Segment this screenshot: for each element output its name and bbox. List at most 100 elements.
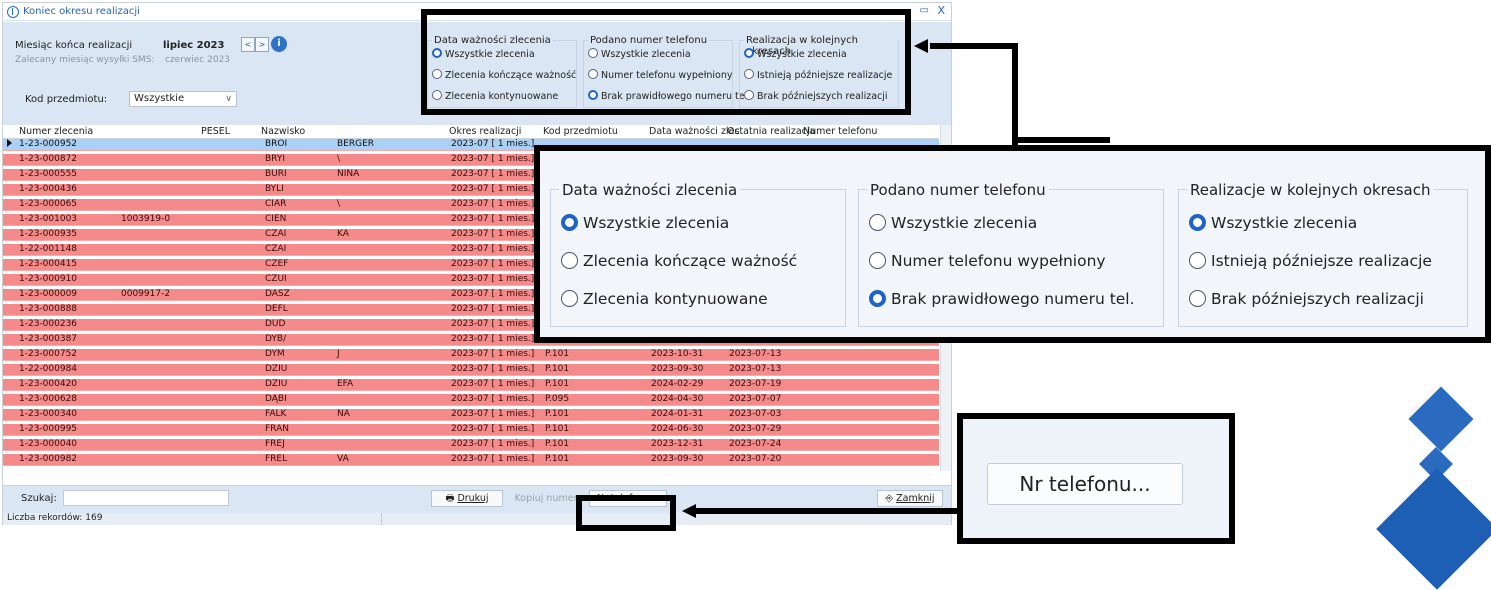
table-cell: 1-23-000888 [19, 304, 78, 314]
table-cell: 1-23-000065 [19, 199, 78, 209]
table-cell: 2023-07 [ 1 mies.] [451, 364, 535, 374]
connector-line [1012, 43, 1018, 147]
logo-diamond-shape [1408, 386, 1474, 452]
table-cell: 2023-07 [ 1 mies.] [451, 154, 535, 164]
table-cell: P.095 [545, 394, 570, 404]
table-cell: BROI [265, 139, 288, 149]
table-cell: BYLI [265, 184, 284, 194]
table-cell: FREJ [265, 439, 285, 449]
table-cell: 2023-07 [ 1 mies.] [451, 274, 535, 284]
table-cell: P.101 [545, 424, 570, 434]
subject-code-select[interactable]: Wszystkie ∨ [129, 91, 237, 107]
table-cell: DEFL [265, 304, 288, 314]
table-cell: 1-23-000420 [19, 379, 78, 389]
table-cell: CZUI [265, 274, 287, 284]
table-row[interactable]: 1-23-000340 FALK NA 2023-07 [ 1 mies.] P.101… [3, 409, 939, 421]
close-window-button[interactable]: X [937, 4, 945, 17]
callout-radio-phone-filled: Numer telefonu wypełniony [869, 252, 1106, 270]
table-cell: 2024-04-30 [651, 394, 704, 404]
table-cell: 2024-02-29 [651, 379, 704, 389]
table-row[interactable]: 1-22-000984 DZIU 2023-07 [ 1 mies.] P.101 20… [3, 364, 939, 376]
table-cell: 1-23-000952 [19, 139, 78, 149]
table-cell: 2023-07 [ 1 mies.] [451, 454, 535, 464]
table-cell: 2023-07-29 [729, 424, 782, 434]
end-month-label: Miesiąc końca realizacji [15, 40, 133, 51]
subject-code-label: Kod przedmiotu: [25, 94, 108, 105]
table-row[interactable]: 1-23-000040 FREJ 2023-07 [ 1 mies.] P.101 20… [3, 439, 939, 451]
column-header[interactable]: Numer telefonu [803, 126, 877, 137]
table-row[interactable]: 1-23-000982 FREL VA 2023-07 [ 1 mies.] P.101… [3, 454, 939, 466]
table-cell: P.101 [545, 349, 570, 359]
table-cell: 1-23-000628 [19, 394, 78, 404]
table-cell: 2023-07 [ 1 mies.] [451, 379, 535, 389]
table-cell: 1-23-000935 [19, 229, 78, 239]
search-input[interactable] [63, 490, 229, 506]
table-cell: 2023-10-31 [651, 349, 704, 359]
table-cell: DASZ [265, 289, 290, 299]
end-month-value: lipiec 2023 [163, 40, 225, 51]
printer-icon: 🖶 [445, 493, 458, 504]
table-cell: 2023-07-20 [729, 454, 782, 464]
table-cell: FRAN [265, 424, 289, 434]
radio-selected-icon [869, 290, 886, 307]
table-cell: KA [337, 229, 349, 239]
callout-radio-expiry-continued: Zlecenia kontynuowane [561, 290, 768, 308]
column-header[interactable]: Okres realizacji [449, 126, 521, 137]
close-button[interactable]: ⎆ Zamknij [877, 490, 943, 507]
table-cell: DĄBI [265, 394, 287, 404]
column-header[interactable]: Nazwisko [261, 126, 305, 137]
table-cell: 1-23-000009 [19, 289, 78, 299]
table-row[interactable]: 1-23-000752 DYM J 2023-07 [ 1 mies.] P.101 20… [3, 349, 939, 361]
radio-selected-icon [561, 214, 578, 231]
table-cell: 1-23-000415 [19, 259, 78, 269]
table-cell: 1-23-000436 [19, 184, 78, 194]
copy-number-button[interactable]: Kopiuj numer [511, 490, 581, 507]
table-cell: DUD [265, 319, 286, 329]
table-cell: 2023-07 [ 1 mies.] [451, 184, 535, 194]
table-cell: BRYI [265, 154, 286, 164]
info-icon[interactable]: i [271, 36, 287, 52]
table-cell: 1003919-0 [121, 214, 171, 224]
table-cell: NA [337, 409, 350, 419]
table-cell: 2023-12-31 [651, 439, 704, 449]
callout-radio-expiry-ending: Zlecenia kończące ważność [561, 252, 797, 270]
table-cell: 0009917-2 [121, 289, 171, 299]
column-header[interactable]: Kod przedmiotu [543, 126, 618, 137]
prev-month-button[interactable]: < [241, 37, 255, 52]
table-cell: 1-23-000910 [19, 274, 78, 284]
callout-radio-later-none: Brak późniejszych realizacji [1189, 290, 1424, 308]
table-cell: 1-22-001148 [19, 244, 78, 254]
table-cell: 2024-06-30 [651, 424, 704, 434]
exit-icon: ⎆ [885, 493, 897, 504]
table-cell: 1-23-000387 [19, 334, 78, 344]
table-cell: 2023-07 [ 1 mies.] [451, 424, 535, 434]
grid-header: Numer zlecenia PESEL Nazwisko Okres real… [3, 125, 939, 139]
table-cell: 2023-09-30 [651, 364, 704, 374]
table-row[interactable]: 1-23-000628 DĄBI 2023-07 [ 1 mies.] P.095 20… [3, 394, 939, 406]
table-row[interactable]: 1-23-000420 DZIU EFA 2023-07 [ 1 mies.] P.10… [3, 379, 939, 391]
table-cell: P.101 [545, 439, 570, 449]
callout-group-expiry: Data ważności zlecenia Wszystkie zleceni… [550, 181, 846, 327]
table-cell: NINA [337, 169, 360, 179]
next-month-button[interactable]: > [255, 37, 269, 52]
table-row[interactable]: 1-23-000995 FRAN 2023-07 [ 1 mies.] P.101 20… [3, 424, 939, 436]
column-header[interactable]: Numer zlecenia [19, 126, 93, 137]
table-cell: 2023-07 [ 1 mies.] [451, 439, 535, 449]
table-cell: DZIU [265, 364, 288, 374]
connector-line [694, 508, 960, 514]
restore-button[interactable]: ▭ [920, 5, 929, 16]
sms-month-label: Zalecany miesiąc wysyłki SMS: [15, 55, 155, 65]
zoom-callout-button: Nr telefonu... [957, 413, 1235, 544]
column-header[interactable]: PESEL [201, 126, 230, 137]
connector-line [930, 43, 1018, 49]
table-cell: EFA [337, 379, 354, 389]
status-separator [381, 513, 382, 525]
table-cell: 1-23-000236 [19, 319, 78, 329]
highlight-filter-groups [421, 9, 911, 115]
table-cell: P.101 [545, 379, 570, 389]
arrow-left-icon [914, 39, 928, 53]
print-button[interactable]: 🖶 Drukuj [431, 490, 503, 507]
radio-selected-icon [1189, 214, 1206, 231]
table-cell: 2023-07 [ 1 mies.] [451, 289, 535, 299]
callout-radio-phone-all: Wszystkie zlecenia [869, 214, 1037, 232]
